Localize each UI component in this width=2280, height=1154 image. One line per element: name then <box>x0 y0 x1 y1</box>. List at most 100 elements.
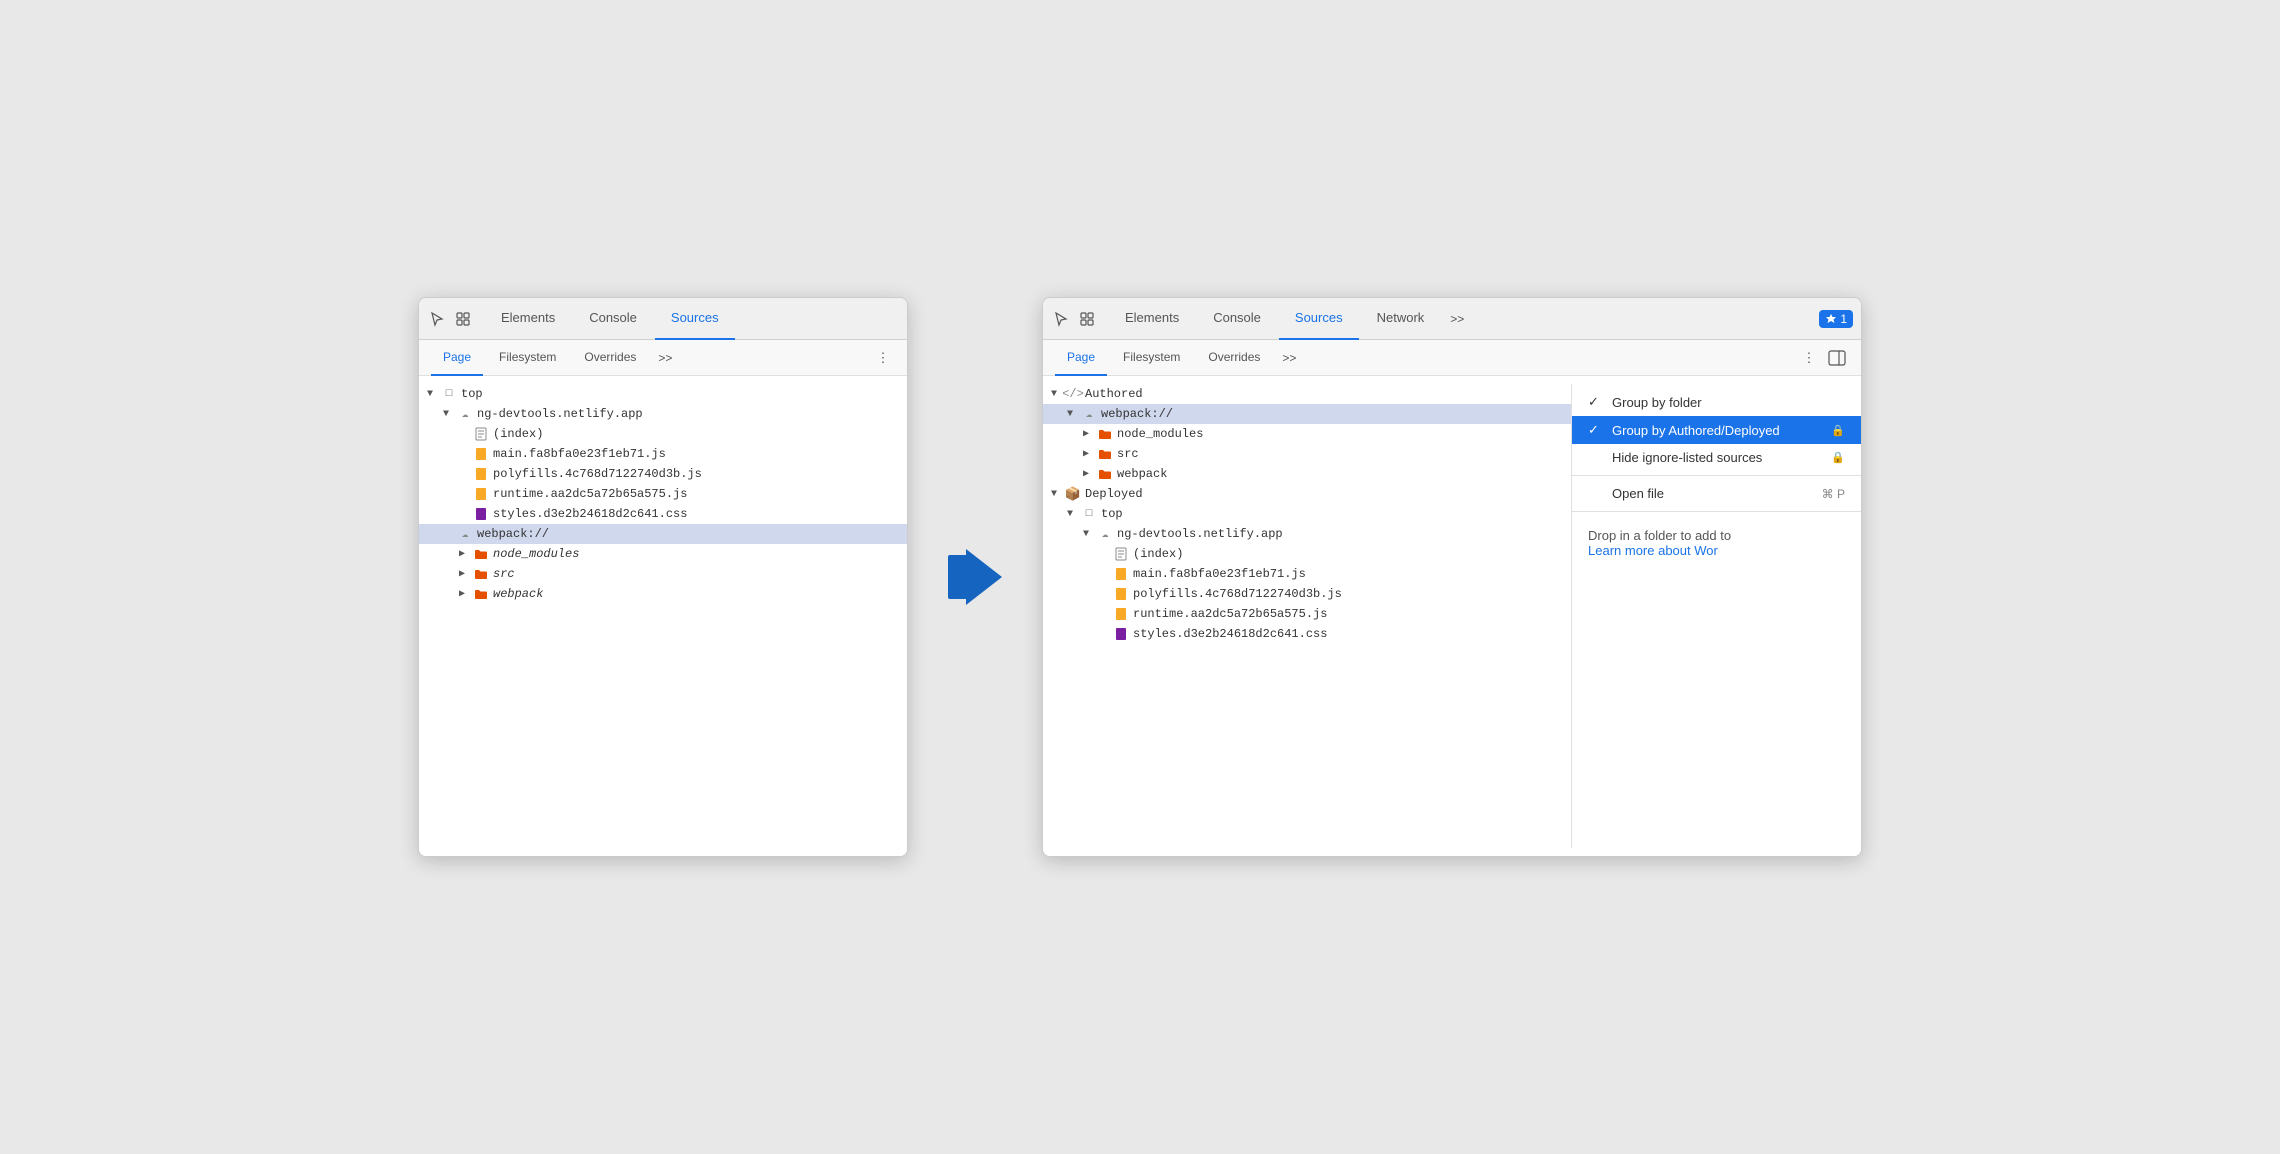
icon-folder-webpack <box>473 587 489 601</box>
tab-elements-left[interactable]: Elements <box>485 298 571 340</box>
label-index-dep: (index) <box>1133 547 1183 561</box>
arrow-webpack-folder: ▶ <box>459 588 473 600</box>
tree-item-main-deployed[interactable]: main.fa8bfa0e23f1eb71.js <box>1043 564 1571 584</box>
sub-tab-overrides-right[interactable]: Overrides <box>1196 340 1272 376</box>
right-panel-body: ▼ </> Authored ▼ ☁ webpack:// ▶ <box>1043 376 1861 856</box>
tab-console-left[interactable]: Console <box>573 298 653 340</box>
tree-item-styles[interactable]: styles.d3e2b24618d2c641.css <box>419 504 907 524</box>
tree-item-netlify[interactable]: ▼ ☁ ng-devtools.netlify.app <box>419 404 907 424</box>
arrow-webpack-folder-auth: ▶ <box>1083 468 1097 480</box>
tree-item-webpack-authored[interactable]: ▼ ☁ webpack:// <box>1043 404 1571 424</box>
left-sub-toolbar-right: ⋮ <box>871 346 895 370</box>
menu-item-open-file[interactable]: Open file ⌘ P <box>1572 480 1861 507</box>
sub-tab-filesystem-left[interactable]: Filesystem <box>487 340 568 376</box>
tree-item-main[interactable]: main.fa8bfa0e23f1eb71.js <box>419 444 907 464</box>
tree-item-node-authored[interactable]: ▶ node_modules <box>1043 424 1571 444</box>
label-top-deployed: top <box>1101 507 1123 521</box>
sub-tab-more-left[interactable]: >> <box>652 351 678 365</box>
tree-item-polyfills[interactable]: polyfills.4c768d7122740d3b.js <box>419 464 907 484</box>
tree-item-authored[interactable]: ▼ </> Authored <box>1043 384 1571 404</box>
tree-item-webpack-folder[interactable]: ▶ webpack <box>419 584 907 604</box>
icon-cloud-webpack-authored: ☁ <box>1081 407 1097 421</box>
label-authored: Authored <box>1085 387 1143 401</box>
right-toolbar-icons <box>1051 309 1097 329</box>
right-toolbar-right: 1 <box>1819 310 1853 328</box>
tree-item-index[interactable]: (index) <box>419 424 907 444</box>
label-open-file: Open file <box>1612 486 1814 501</box>
menu-item-group-folder[interactable]: ✓ Group by folder <box>1572 388 1861 416</box>
tab-more-right[interactable]: >> <box>1442 298 1472 340</box>
arrow-body <box>948 555 966 599</box>
inspect-icon[interactable] <box>453 309 473 329</box>
tree-item-runtime[interactable]: runtime.aa2dc5a72b65a575.js <box>419 484 907 504</box>
more-options-right[interactable]: ⋮ <box>1797 346 1821 370</box>
tab-network-right[interactable]: Network <box>1361 298 1441 340</box>
icon-square-deployed: □ <box>1081 507 1097 521</box>
label-hide-ignored: Hide ignore-listed sources <box>1612 450 1823 465</box>
menu-item-group-authored[interactable]: ✓ Group by Authored/Deployed 🔒 <box>1572 416 1861 444</box>
more-options-left[interactable]: ⋮ <box>871 346 895 370</box>
tree-item-node-modules[interactable]: ▶ node_modules <box>419 544 907 564</box>
sub-tab-page-right[interactable]: Page <box>1055 340 1107 376</box>
left-devtools-panel: Elements Console Sources Page Filesystem… <box>418 297 908 857</box>
label-styles: styles.d3e2b24618d2c641.css <box>493 507 687 521</box>
icon-page-index <box>473 427 489 441</box>
icon-page-index-dep <box>1113 547 1129 561</box>
arrow-top-deployed: ▼ <box>1067 509 1081 520</box>
icon-folder-node-authored <box>1097 427 1113 441</box>
tree-item-netlify-deployed[interactable]: ▼ ☁ ng-devtools.netlify.app <box>1043 524 1571 544</box>
icon-cloud-webpack: ☁ <box>457 527 473 541</box>
label-runtime-dep: runtime.aa2dc5a72b65a575.js <box>1133 607 1327 621</box>
sub-tab-filesystem-right[interactable]: Filesystem <box>1111 340 1192 376</box>
tab-sources-left[interactable]: Sources <box>655 298 735 340</box>
sub-tab-more-right[interactable]: >> <box>1276 351 1302 365</box>
icon-folder-node <box>473 547 489 561</box>
label-webpack-folder-auth: webpack <box>1117 467 1167 481</box>
arrow-src: ▶ <box>459 568 473 580</box>
label-webpack: webpack:// <box>477 527 549 541</box>
cursor-icon[interactable] <box>427 309 447 329</box>
arrow-node-modules: ▶ <box>459 548 473 560</box>
icon-code-authored: </> <box>1065 387 1081 401</box>
icon-js-main <box>473 447 489 461</box>
check-group-authored: ✓ <box>1588 422 1604 438</box>
tab-console-right[interactable]: Console <box>1197 298 1277 340</box>
tree-item-src[interactable]: ▶ src <box>419 564 907 584</box>
label-poly-dep: polyfills.4c768d7122740d3b.js <box>1133 587 1342 601</box>
label-node-authored: node_modules <box>1117 427 1203 441</box>
label-index: (index) <box>493 427 543 441</box>
tree-item-top[interactable]: ▼ □ top <box>419 384 907 404</box>
tree-item-styles-deployed[interactable]: styles.d3e2b24618d2c641.css <box>1043 624 1571 644</box>
label-src: src <box>493 567 515 581</box>
label-deployed: Deployed <box>1085 487 1143 501</box>
panel-layout-icon[interactable] <box>1825 346 1849 370</box>
tree-item-deployed[interactable]: ▼ 📦 Deployed <box>1043 484 1571 504</box>
icon-js-runtime-dep <box>1113 607 1129 621</box>
label-main-dep: main.fa8bfa0e23f1eb71.js <box>1133 567 1306 581</box>
drop-text: Drop in a folder to add to <box>1588 528 1845 543</box>
inspect-icon-right[interactable] <box>1077 309 1097 329</box>
label-styles-dep: styles.d3e2b24618d2c641.css <box>1133 627 1327 641</box>
tab-elements-right[interactable]: Elements <box>1109 298 1195 340</box>
tree-item-index-deployed[interactable]: (index) <box>1043 544 1571 564</box>
label-top: top <box>461 387 483 401</box>
badge-count: 1 <box>1840 312 1847 326</box>
icon-js-polyfills <box>473 467 489 481</box>
cursor-icon-right[interactable] <box>1051 309 1071 329</box>
icon-square-top: □ <box>441 387 457 401</box>
tree-item-webpack[interactable]: ☁ webpack:// <box>419 524 907 544</box>
tab-sources-right[interactable]: Sources <box>1279 298 1359 340</box>
tree-item-top-deployed[interactable]: ▼ □ top <box>1043 504 1571 524</box>
icon-css-styles-dep <box>1113 627 1129 641</box>
menu-item-hide-ignored[interactable]: Hide ignore-listed sources 🔒 <box>1572 444 1861 471</box>
sub-tab-overrides-left[interactable]: Overrides <box>572 340 648 376</box>
tree-item-webpack-authored-folder[interactable]: ▶ webpack <box>1043 464 1571 484</box>
label-netlify-deployed: ng-devtools.netlify.app <box>1117 527 1283 541</box>
tree-item-src-authored[interactable]: ▶ src <box>1043 444 1571 464</box>
tree-item-polyfills-deployed[interactable]: polyfills.4c768d7122740d3b.js <box>1043 584 1571 604</box>
label-webpack-folder: webpack <box>493 587 543 601</box>
check-group-folder: ✓ <box>1588 394 1604 410</box>
sub-tab-page-left[interactable]: Page <box>431 340 483 376</box>
tree-item-runtime-deployed[interactable]: runtime.aa2dc5a72b65a575.js <box>1043 604 1571 624</box>
learn-more-link[interactable]: Learn more about Wor <box>1588 543 1718 558</box>
